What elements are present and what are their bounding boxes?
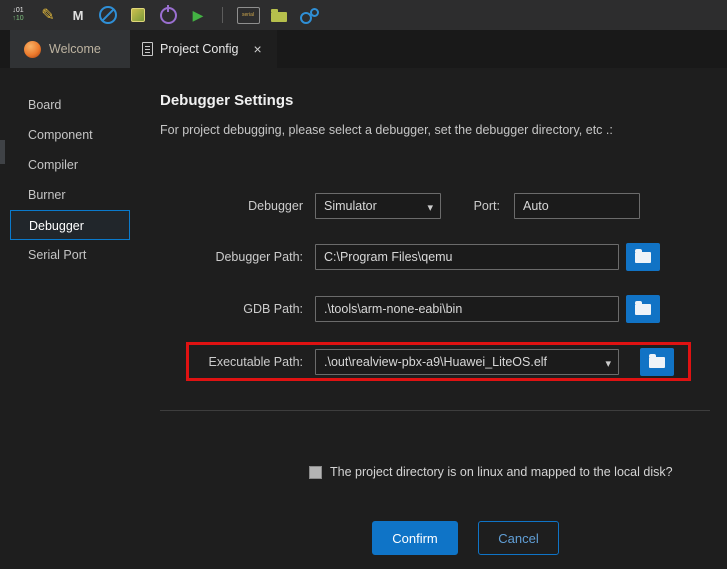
linux-mapping-checkbox-label: The project directory is on linux and ma… [330,465,673,479]
burner-chip-icon[interactable] [126,3,150,27]
run-icon[interactable] [186,3,210,27]
sidebar-item-burner[interactable]: Burner [0,180,150,210]
toolbar-separator [222,7,223,23]
sidebar-item-serial-port[interactable]: Serial Port [0,240,150,270]
page-title: Debugger Settings [160,92,293,109]
folder-icon [635,252,651,263]
chevron-down-icon [427,194,433,220]
cancel-button[interactable]: Cancel [478,521,559,555]
confirm-button[interactable]: Confirm [372,521,458,555]
close-tab-icon[interactable]: × [254,41,262,57]
toolbar: serial [0,0,727,30]
step-numbers-icon[interactable] [6,3,30,27]
executable-path-label: Executable Path: [160,349,303,375]
linked-circles-icon[interactable] [297,3,321,27]
folder-icon [635,304,651,315]
tab-welcome-label: Welcome [49,42,101,56]
sidebar-item-component[interactable]: Component [0,120,150,150]
folder-icon [649,357,665,368]
debugger-path-input[interactable] [315,244,619,270]
section-divider [160,410,710,411]
tab-bar: Welcome Project Config × [0,30,727,68]
debugger-label: Debugger [160,193,303,219]
gdb-path-browse-button[interactable] [626,295,660,323]
linux-mapping-checkbox[interactable] [309,466,322,479]
serial-terminal-icon-label: serial [242,12,254,18]
chevron-down-icon [605,350,611,376]
executable-path-combobox[interactable]: .\out\realview-pbx-a9\Huawei_LiteOS.elf [315,349,619,375]
welcome-logo-icon [24,41,41,58]
page-description: For project debugging, please select a d… [160,123,613,137]
port-input[interactable] [514,193,640,219]
tab-project-config[interactable]: Project Config × [130,30,277,68]
letter-m-icon[interactable] [66,3,90,27]
sidebar-item-board[interactable]: Board [0,90,150,120]
debugger-path-label: Debugger Path: [160,244,303,270]
document-icon [142,42,153,56]
power-icon[interactable] [156,3,180,27]
debugger-path-browse-button[interactable] [626,243,660,271]
tab-welcome[interactable]: Welcome [10,30,130,68]
settings-sidebar: Board Component Compiler Burner Debugger… [0,68,150,569]
serial-terminal-icon[interactable]: serial [235,3,261,27]
tab-project-config-label: Project Config [160,42,239,56]
sidebar-item-compiler[interactable]: Compiler [0,150,150,180]
sidebar-item-debugger[interactable]: Debugger [10,210,130,240]
port-label: Port: [445,193,500,219]
gdb-path-label: GDB Path: [160,296,303,322]
ide-window: serial Welcome Project Config × Board Co… [0,0,727,569]
folder-transfer-icon[interactable] [267,3,291,27]
no-entry-icon[interactable] [96,3,120,27]
brush-icon[interactable] [36,3,60,27]
debugger-select[interactable]: Simulator [315,193,441,219]
executable-path-browse-button[interactable] [640,348,674,376]
gdb-path-input[interactable] [315,296,619,322]
debugger-select-value: Simulator [324,199,377,213]
executable-path-value: .\out\realview-pbx-a9\Huawei_LiteOS.elf [324,355,547,369]
